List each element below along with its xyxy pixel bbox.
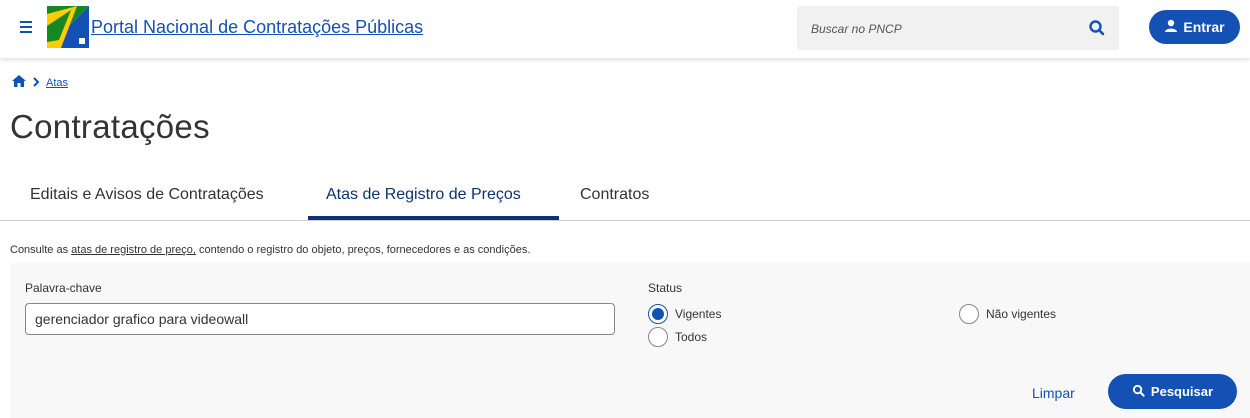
status-radio-vigentes[interactable]: Vigentes [648,304,721,324]
keyword-input[interactable] [25,303,615,335]
site-title-link[interactable]: Portal Nacional de Contratações Públicas [91,17,423,38]
radio-circle[interactable] [648,327,668,347]
description-suffix: contendo o registro do objeto, preços, f… [195,244,531,256]
login-button[interactable]: Entrar [1149,10,1240,44]
status-radio-label: Vigentes [675,307,722,321]
clear-button[interactable]: Limpar [1032,385,1075,401]
radio-circle[interactable] [959,304,979,324]
status-label: Status [648,281,683,295]
chevron-right-icon [32,74,40,92]
search-input[interactable] [811,18,1081,40]
radio-circle[interactable] [648,304,668,324]
user-icon [1164,19,1178,36]
hamburger-menu-icon[interactable] [18,18,34,38]
tab-contratos[interactable]: Contratos [580,186,649,204]
filter-panel: Palavra-chave Status Vigentes Não vigent… [10,263,1250,418]
description-prefix: Consulte as [10,244,72,256]
gov-br-logo[interactable] [47,6,89,48]
status-radio-label: Não vigentes [986,307,1057,321]
search-box [797,6,1119,50]
status-radio-nao-vigentes[interactable]: Não vigentes [959,304,1056,324]
tab-atas[interactable]: Atas de Registro de Preços [326,186,521,204]
search-icon [1132,384,1145,400]
status-radio-label: Todos [675,330,708,344]
search-button-label: Pesquisar [1150,384,1214,399]
home-icon[interactable] [12,74,26,92]
search-button[interactable]: Pesquisar [1108,374,1237,409]
keyword-label: Palavra-chave [25,281,102,295]
page-description: Consulte as atas de registro de preço, c… [10,244,530,256]
login-button-label: Entrar [1183,19,1225,35]
status-radio-todos[interactable]: Todos [648,327,707,347]
search-icon[interactable] [1087,18,1107,38]
site-header: Portal Nacional de Contratações Públicas… [0,0,1250,58]
active-tab-indicator [308,216,559,220]
breadcrumb: Atas [12,74,68,92]
atas-registro-link[interactable]: atas de registro de preço, [71,244,196,256]
page-title: Contratações [10,108,210,145]
tabs: Editais e Avisos de Contratações Atas de… [0,174,1250,221]
tab-editais[interactable]: Editais e Avisos de Contratações [30,186,264,204]
breadcrumb-item-atas[interactable]: Atas [46,77,68,89]
